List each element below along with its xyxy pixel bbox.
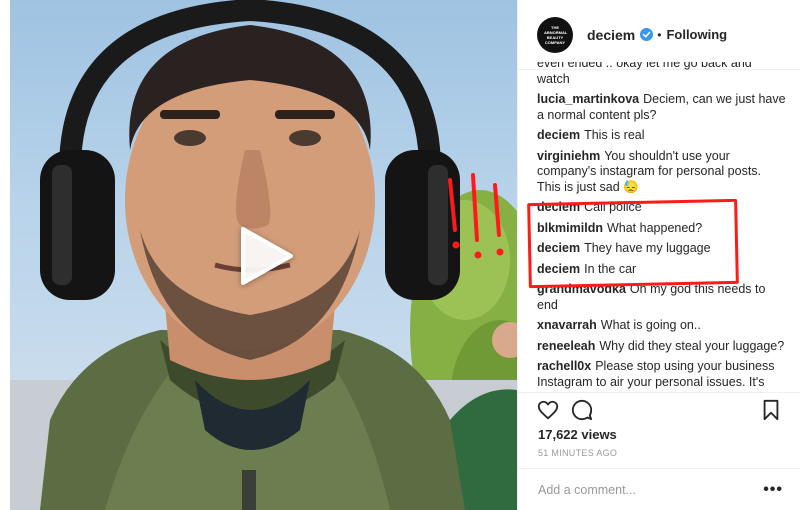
- comment-item: virginiehm You shouldn't use your company…: [537, 149, 787, 196]
- more-options-icon[interactable]: •••: [763, 481, 783, 499]
- comment-username[interactable]: deciem: [537, 241, 580, 255]
- comment-item: blkmimildn What happened?: [537, 221, 787, 237]
- comment-item: deciem In the car: [537, 262, 787, 278]
- comment-username[interactable]: deciem: [537, 128, 580, 142]
- comment-item: even ended .. okay let me go back and wa…: [537, 62, 787, 87]
- bookmark-icon: [763, 399, 779, 421]
- play-icon: [241, 227, 293, 285]
- comment-username[interactable]: deciem: [537, 262, 580, 276]
- comment-username[interactable]: grandmavodka: [537, 282, 626, 296]
- heart-icon: [537, 400, 559, 420]
- comment-username[interactable]: reneeleah: [537, 339, 595, 353]
- comment-list[interactable]: even ended .. okay let me go back and wa…: [537, 62, 787, 392]
- verified-badge-icon: [640, 28, 654, 41]
- comment-button[interactable]: [571, 399, 595, 423]
- comment-username[interactable]: deciem: [537, 200, 580, 214]
- view-count[interactable]: 17,622 views: [538, 427, 617, 442]
- comment-username[interactable]: lucia_martinkova: [537, 92, 639, 106]
- post-header: THE ABNORMAL BEAUTY COMPANY deciem • Fol…: [518, 0, 800, 70]
- comment-username[interactable]: virginiehm: [537, 149, 600, 163]
- add-comment-bar: •••: [518, 468, 800, 510]
- comment-text: What happened?: [606, 220, 703, 235]
- comment-item: rachell0x Please stop using your business…: [537, 359, 787, 390]
- comment-username[interactable]: rachell0x: [537, 359, 591, 373]
- avatar-logo-text: THE ABNORMAL BEAUTY COMPANY: [544, 24, 568, 45]
- post-actions: 17,622 views 51 MINUTES AGO •••: [518, 392, 800, 510]
- post-timestamp[interactable]: 51 MINUTES AGO: [538, 448, 617, 458]
- comment-text: This is real: [584, 128, 645, 142]
- following-button[interactable]: Following: [666, 27, 727, 42]
- like-button[interactable]: [537, 399, 561, 423]
- comment-username[interactable]: blkmimildn: [537, 221, 603, 235]
- play-button[interactable]: [236, 226, 296, 286]
- comment-item: deciem Call police: [537, 200, 787, 216]
- comment-item: xnavarrah What is going on..: [537, 318, 787, 334]
- post-video[interactable]: [10, 0, 517, 510]
- comment-text: They have my luggage: [584, 241, 711, 255]
- comment-text: even ended .. okay let me go back and wa…: [537, 62, 752, 86]
- comment-username[interactable]: xnavarrah: [537, 318, 597, 332]
- comment-item: grandmavodka Oh my god this needs to end: [537, 282, 787, 313]
- avatar[interactable]: THE ABNORMAL BEAUTY COMPANY: [537, 16, 573, 53]
- comment-text: Call police: [584, 200, 642, 214]
- account-username[interactable]: deciem: [587, 27, 635, 43]
- comment-item: lucia_martinkova Deciem, can we just have…: [537, 92, 787, 123]
- comment-text: Why did they steal your luggage?: [599, 338, 785, 353]
- add-comment-input[interactable]: [538, 483, 758, 497]
- comment-text: What is going on..: [600, 318, 701, 332]
- instagram-post-modal: THE ABNORMAL BEAUTY COMPANY deciem • Fol…: [0, 0, 800, 510]
- comment-item: reneeleah Why did they steal your luggage…: [537, 339, 787, 355]
- header-separator: •: [657, 27, 662, 42]
- comment-item: deciem They have my luggage: [537, 241, 787, 257]
- comment-item: deciem This is real: [537, 128, 787, 144]
- comment-bubble-icon: [571, 399, 593, 421]
- comment-text: In the car: [584, 261, 637, 276]
- save-button[interactable]: [761, 399, 785, 423]
- post-sidebar: THE ABNORMAL BEAUTY COMPANY deciem • Fol…: [517, 0, 800, 510]
